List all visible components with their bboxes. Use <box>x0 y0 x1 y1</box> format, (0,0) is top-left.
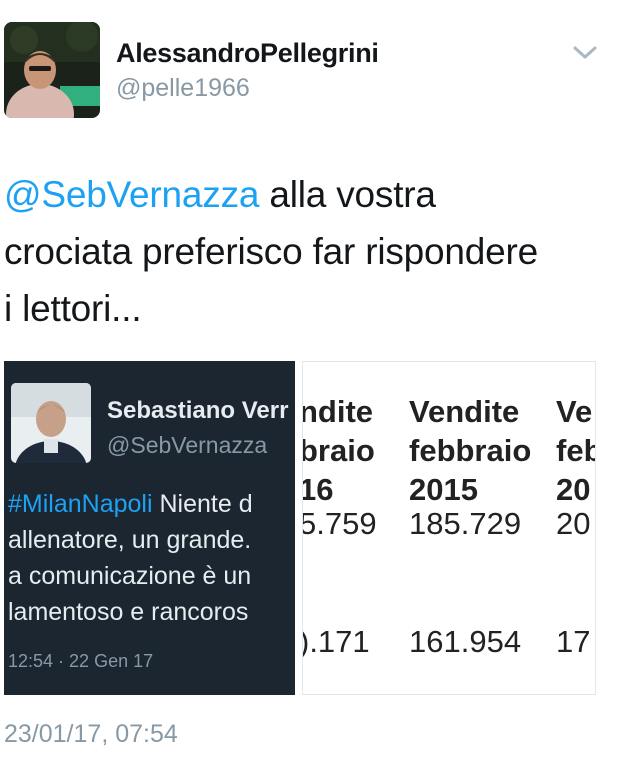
column-header-line-2: feb <box>556 433 595 468</box>
embedded-author-name: Sebastiano Verr <box>107 397 289 424</box>
embedded-tweet-text: #MilanNapoli Niente d allenatore, un gra… <box>8 486 295 630</box>
embedded-avatar <box>11 383 91 463</box>
embedded-hashtag: #MilanNapoli <box>8 490 153 518</box>
embedded-line-2: allenatore, un grande. <box>8 526 252 554</box>
sales-table-image[interactable]: ndite braio 16 5.759 ).171 Vendite febbr… <box>302 361 596 695</box>
column-header-line-2: braio <box>302 433 375 468</box>
author-avatar[interactable] <box>4 22 100 118</box>
table-cell: 17 <box>556 624 591 659</box>
column-header-line-1: Ve <box>556 394 593 429</box>
author-handle[interactable]: @pelle1966 <box>116 74 250 103</box>
table-cell: 185.729 <box>409 506 522 541</box>
tweet-text-line-1: @SebVernazza alla vostra <box>4 174 436 215</box>
tweet-text: @SebVernazza alla vostra crociata prefer… <box>4 166 604 337</box>
tweet-timestamp[interactable]: 23/01/17, 07:54 <box>4 720 178 749</box>
column-header-line-2: febbraio <box>409 433 532 468</box>
table-column: Vendite febbraio 2015 185.729 161.954 <box>409 392 532 659</box>
embedded-line-4: lamentoso e rancoros <box>8 598 249 626</box>
table-cell: 20 <box>556 506 591 541</box>
mention-link[interactable]: @SebVernazza <box>4 174 259 215</box>
embedded-timestamp: 12:54 · 22 Gen 17 <box>8 651 154 671</box>
tweet-text-line-2: crociata preferisco far rispondere <box>4 231 539 272</box>
chevron-down-icon[interactable] <box>571 44 599 62</box>
tweet-media[interactable]: Sebastiano Verr @SebVernazza #MilanNapol… <box>4 361 596 695</box>
column-header-line-1: Vendite <box>409 394 520 429</box>
embedded-line-3: a comunicazione è un <box>8 562 252 590</box>
table-column: Ve feb 20 20 17 <box>556 392 595 659</box>
embedded-author-handle: @SebVernazza <box>107 432 268 458</box>
embedded-line-1: #MilanNapoli Niente d <box>8 490 253 518</box>
table-cell: ).171 <box>302 624 370 659</box>
table-column: ndite braio 16 5.759 ).171 <box>302 392 377 659</box>
table-cell: 161.954 <box>409 624 522 659</box>
embedded-tweet-image[interactable]: Sebastiano Verr @SebVernazza #MilanNapol… <box>4 361 295 695</box>
tweet-text-line-3: i lettori... <box>4 288 142 329</box>
author-name[interactable]: AlessandroPellegrini <box>116 38 379 69</box>
table-cell: 5.759 <box>302 506 377 541</box>
column-header-line-1: ndite <box>302 394 374 429</box>
